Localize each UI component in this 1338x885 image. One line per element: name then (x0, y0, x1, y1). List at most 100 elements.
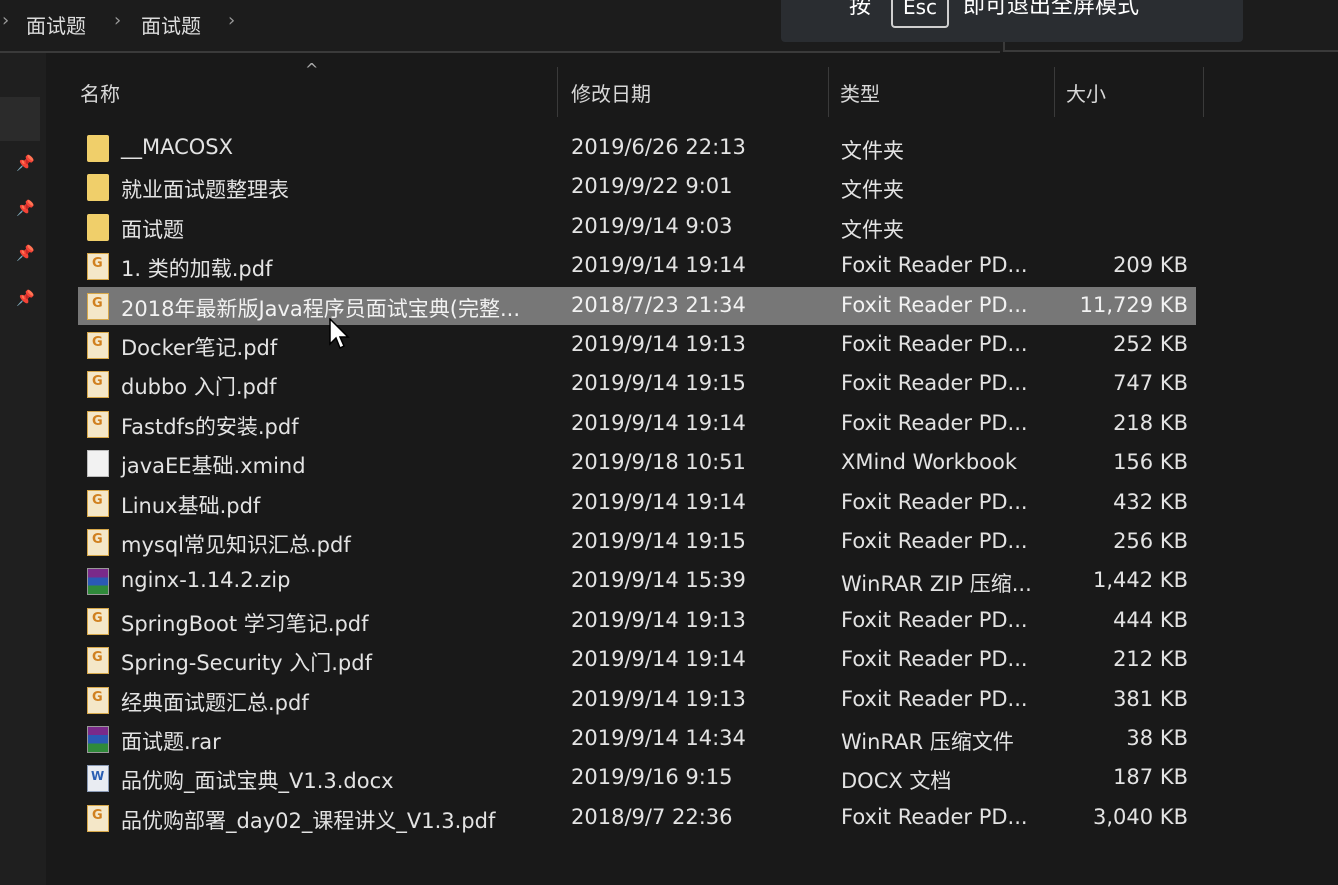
sort-ascending-icon: ^ (305, 60, 319, 79)
file-date: 2019/9/14 19:14 (571, 253, 746, 278)
column-divider[interactable] (1203, 67, 1204, 117)
winrar-icon (87, 726, 109, 753)
file-type: WinRAR 压缩文件 (841, 730, 1014, 754)
file-type: 文件夹 (841, 178, 904, 203)
file-date: 2019/9/16 9:15 (571, 765, 733, 790)
pdf-icon (87, 804, 109, 832)
column-header-size[interactable]: 大小 (1066, 78, 1106, 107)
file-date: 2019/9/14 19:14 (571, 410, 746, 435)
file-date: 2018/9/7 22:36 (571, 804, 733, 829)
column-header-date[interactable]: 修改日期 (571, 78, 651, 107)
file-date: 2018/7/23 21:34 (571, 292, 746, 317)
file-row[interactable]: 面试题 2019/9/14 9:03 文件夹 (78, 208, 1196, 246)
file-size: 381 KB (1113, 686, 1188, 711)
file-name: __MACOSX (121, 135, 234, 159)
fullscreen-exit-notice: 按 Esc 即可退出全屏模式 (781, 0, 1243, 42)
file-row[interactable]: SpringBoot 学习笔记.pdf 2019/9/14 19:13 Foxit … (78, 602, 1196, 640)
file-date: 2019/9/14 15:39 (571, 568, 746, 593)
file-date: 2019/9/18 10:51 (571, 450, 746, 475)
file-row[interactable]: mysql常见知识汇总.pdf 2019/9/14 19:15 Foxit Read… (78, 523, 1196, 561)
column-divider[interactable] (557, 67, 558, 117)
file-row[interactable]: javaEE基础.xmind 2019/9/18 10:51 XMind Workb… (78, 444, 1196, 482)
file-type: 文件夹 (841, 139, 904, 163)
pin-icon[interactable]: 📌 (16, 199, 36, 219)
file-name: 品优购部署_day02_课程讲义_V1.3.pdf (121, 808, 496, 833)
file-size: 444 KB (1113, 607, 1188, 632)
pdf-icon (87, 410, 109, 438)
file-size: 1,442 KB (1093, 568, 1188, 593)
file-type: Foxit Reader PD... (841, 410, 1028, 435)
folder-icon (87, 174, 109, 202)
file-row[interactable]: 2018年最新版Java程序员面试宝典(完整... 2018/7/23 21:34… (78, 286, 1196, 325)
file-size: 432 KB (1113, 489, 1188, 514)
file-row[interactable]: Spring-Security 入门.pdf 2019/9/14 19:14 Fox… (78, 641, 1196, 679)
address-bar-border (0, 51, 1000, 53)
file-row[interactable]: 就业面试题整理表 2019/9/22 9:01 文件夹 (78, 168, 1196, 206)
breadcrumb-chevron-icon[interactable]: › (228, 10, 235, 31)
file-date: 2019/9/14 19:14 (571, 647, 746, 672)
pin-icon[interactable]: 📌 (16, 289, 36, 309)
file-date: 2019/9/14 14:34 (571, 726, 746, 750)
nav-selected-item[interactable] (0, 97, 40, 141)
column-header-name[interactable]: 名称 (80, 78, 120, 107)
file-type: Foxit Reader PD... (841, 292, 1028, 317)
file-date: 2019/6/26 22:13 (571, 135, 746, 159)
file-type: Foxit Reader PD... (841, 607, 1028, 632)
file-row[interactable]: Linux基础.pdf 2019/9/14 19:14 Foxit Reader P… (78, 484, 1196, 522)
file-size: 218 KB (1113, 410, 1188, 435)
folder-icon (87, 135, 109, 162)
column-header-type[interactable]: 类型 (840, 78, 880, 107)
breadcrumb-separator-icon[interactable]: › (114, 10, 121, 31)
winrar-icon (87, 568, 109, 596)
file-row[interactable]: 经典面试题汇总.pdf 2019/9/14 19:13 Foxit Reader P… (78, 681, 1196, 719)
file-size: 252 KB (1113, 332, 1188, 356)
file-row[interactable]: 品优购_面试宝典_V1.3.docx 2019/9/16 9:15 DOCX 文档 1… (78, 759, 1196, 797)
file-date: 2019/9/14 9:03 (571, 213, 733, 238)
notice-prefix: 按 (849, 0, 872, 19)
file-type: Foxit Reader PD... (841, 253, 1028, 278)
file-date: 2019/9/14 19:13 (571, 332, 746, 356)
file-name: 经典面试题汇总.pdf (121, 690, 309, 715)
file-name: Linux基础.pdf (121, 493, 261, 518)
file-row[interactable]: __MACOSX 2019/6/26 22:13 文件夹 (78, 129, 1196, 167)
file-row[interactable]: Fastdfs的安装.pdf 2019/9/14 19:14 Foxit Reade… (78, 405, 1196, 443)
file-row[interactable]: 面试题.rar 2019/9/14 14:34 WinRAR 压缩文件 38 KB (78, 720, 1196, 758)
pdf-icon (87, 529, 109, 556)
pdf-icon (87, 607, 109, 635)
file-name: 2018年最新版Java程序员面试宝典(完整... (121, 296, 521, 321)
file-date: 2019/9/22 9:01 (571, 174, 733, 199)
navigation-pane[interactable]: 📌 📌 📌 📌 (0, 53, 46, 885)
file-row[interactable]: 1. 类的加载.pdf 2019/9/14 19:14 Foxit Reader P… (78, 247, 1196, 285)
file-size: 38 KB (1126, 726, 1188, 750)
file-name: javaEE基础.xmind (121, 454, 306, 479)
file-type: WinRAR ZIP 压缩... (841, 572, 1032, 597)
file-type: XMind Workbook (841, 450, 1018, 475)
file-size: 209 KB (1113, 253, 1188, 278)
file-name: Spring-Security 入门.pdf (121, 651, 372, 676)
file-date: 2019/9/14 19:15 (571, 529, 746, 553)
pdf-icon (87, 686, 109, 714)
pin-icon[interactable]: 📌 (16, 244, 36, 264)
file-name: Docker笔记.pdf (121, 336, 278, 360)
file-row[interactable]: 品优购部署_day02_课程讲义_V1.3.pdf 2018/9/7 22:36 F… (78, 799, 1196, 837)
file-row[interactable]: Docker笔记.pdf 2019/9/14 19:13 Foxit Reader … (78, 326, 1196, 364)
column-divider[interactable] (1054, 67, 1055, 117)
file-row[interactable]: dubbo 入门.pdf 2019/9/14 19:15 Foxit Reader … (78, 365, 1196, 403)
breadcrumb-separator-icon: › (2, 10, 10, 31)
file-row[interactable]: nginx-1.14.2.zip 2019/9/14 15:39 WinRAR ZI… (78, 562, 1196, 600)
file-type: Foxit Reader PD... (841, 332, 1028, 356)
file-size: 212 KB (1113, 647, 1188, 672)
pin-icon[interactable]: 📌 (16, 154, 36, 174)
file-size: 156 KB (1113, 450, 1188, 475)
breadcrumb-item[interactable]: 面试题 (141, 10, 201, 39)
file-type: Foxit Reader PD... (841, 529, 1028, 553)
pdf-icon (87, 647, 109, 675)
file-size: 3,040 KB (1093, 804, 1188, 829)
file-name: 面试题 (121, 217, 184, 242)
breadcrumb-item[interactable]: 面试题 (26, 10, 86, 39)
column-divider[interactable] (828, 67, 829, 117)
file-type: Foxit Reader PD... (841, 371, 1028, 396)
file-name: 面试题.rar (121, 730, 221, 754)
file-name: nginx-1.14.2.zip (121, 568, 291, 593)
file-type: Foxit Reader PD... (841, 804, 1028, 829)
